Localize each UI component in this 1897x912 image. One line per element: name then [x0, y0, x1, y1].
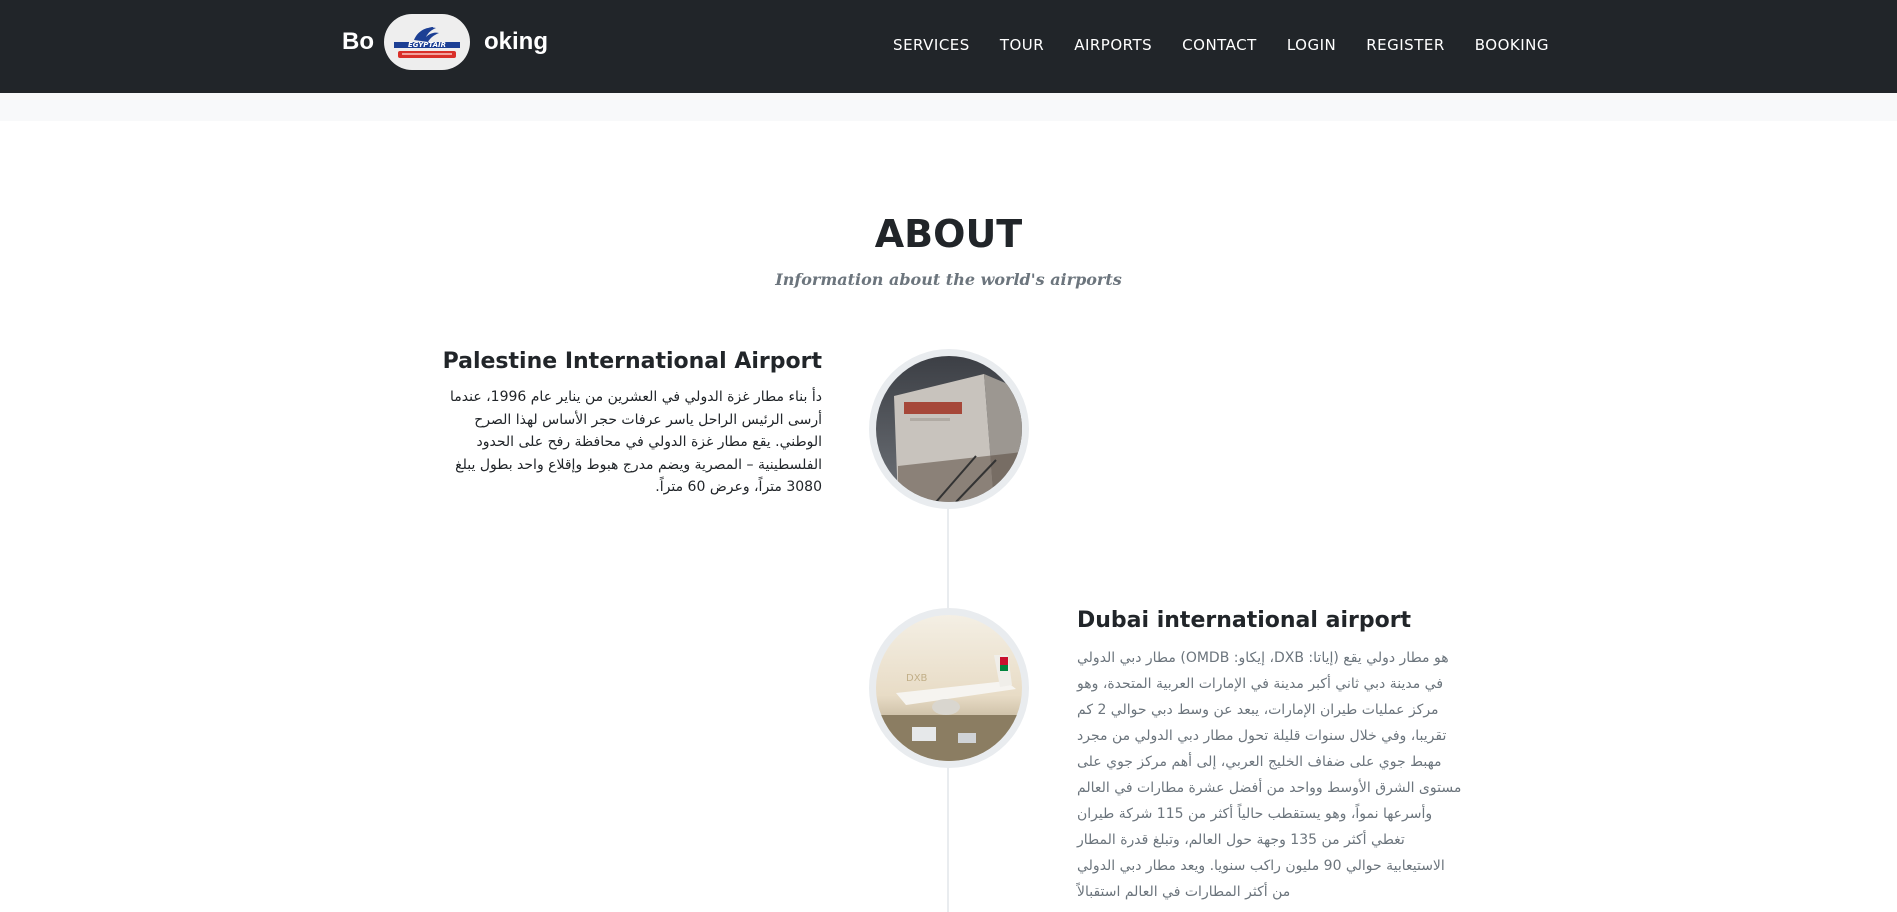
about-subheading: Information about the world's airports	[775, 270, 1122, 289]
nav-tour-link[interactable]: TOUR	[1000, 34, 1044, 56]
about-heading: ABOUT	[874, 212, 1023, 256]
header-divider-strip	[0, 93, 1897, 121]
egyptair-logo-icon: EGYPTAIR	[384, 14, 470, 70]
palestine-airport-description: دأ بناء مطار غزة الدولي في العشرين من ين…	[450, 389, 822, 495]
timeline-panel-palestine: Palestine International Airport دأ بناء …	[440, 346, 822, 499]
nav-services-link[interactable]: SERVICES	[893, 34, 970, 56]
brand-logo-link[interactable]: Bo EGYPTAIR oking	[342, 14, 548, 70]
nav-login-link[interactable]: LOGIN	[1287, 34, 1336, 56]
dubai-airport-description: هو مطار دولي يقع (إياتا: DXB، إيكاو: OMD…	[1077, 650, 1462, 900]
brand-prefix: Bo	[342, 28, 374, 55]
brand-suffix: oking	[484, 28, 548, 55]
nav-register-link[interactable]: REGISTER	[1366, 34, 1445, 56]
nav-links: SERVICES TOUR AIRPORTS CONTACT LOGIN REG…	[863, 34, 1549, 56]
nav-booking-link[interactable]: BOOKING	[1475, 34, 1549, 56]
palestine-airport-image	[869, 349, 1029, 509]
dubai-airport-image: DXB	[869, 608, 1029, 768]
top-navbar: Bo EGYPTAIR oking SERVICES TOUR AIRPORTS…	[0, 0, 1897, 93]
nav-contact-link[interactable]: CONTACT	[1182, 34, 1257, 56]
timeline-panel-dubai: Dubai international airport هو مطار دولي…	[1077, 605, 1467, 905]
svg-text:EGYPTAIR: EGYPTAIR	[408, 41, 446, 49]
dubai-airport-title: Dubai international airport	[1077, 608, 1412, 633]
palestine-airport-title: Palestine International Airport	[442, 349, 822, 374]
svg-text:DXB: DXB	[906, 673, 928, 684]
nav-airports-link[interactable]: AIRPORTS	[1074, 34, 1152, 56]
